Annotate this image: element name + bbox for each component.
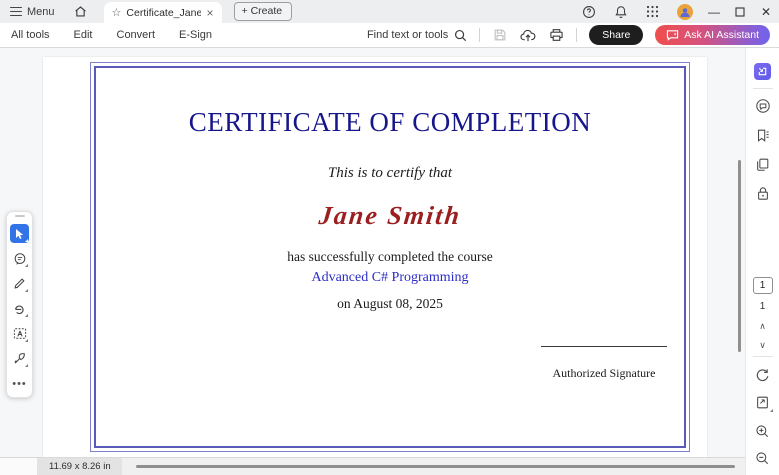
fill-sign-tool-button[interactable] [10,349,29,368]
certificate-subtitle: This is to certify that [327,165,453,181]
toolbar-divider [576,28,578,42]
flyout-indicator [769,409,773,412]
certificate-border: CERTIFICATE OF COMPLETION This is to cer… [90,62,690,452]
cloud-upload-button[interactable] [520,27,536,43]
pages-panel-button[interactable] [752,153,774,175]
flyout-indicator [25,314,28,317]
toolbar: All tools Edit Convert E-Sign Find text … [0,23,779,48]
toolbar-actions: Find text or tools Share Ask AI Assistan… [367,25,779,45]
page-dimensions-label: 11.69 x 8.26 in [38,458,122,475]
flyout-indicator [25,264,28,267]
menu-label: Menu [27,5,55,18]
next-page-button[interactable]: ∨ [759,340,766,350]
save-button[interactable] [492,27,508,43]
lock-icon[interactable] [752,182,774,204]
horizontal-scrollbar[interactable] [135,465,735,468]
flyout-indicator [25,339,28,342]
share-button[interactable]: Share [589,25,644,45]
status-corner [0,458,38,475]
acrobat-window: Menu ☆ Certificate_Jane_Smith... × + Cre… [0,0,779,475]
home-icon [74,5,87,18]
document-area: CERTIFICATE OF COMPLETION This is to cer… [0,48,745,457]
rotate-page-button[interactable] [752,363,774,385]
page-total-label: 1 [759,301,766,312]
maximize-button[interactable] [727,0,753,23]
toolbar-item-convert[interactable]: Convert [117,29,156,41]
titlebar: Menu ☆ Certificate_Jane_Smith... × + Cre… [0,0,779,23]
home-button[interactable] [65,0,96,23]
apps-grid-button[interactable] [645,4,660,19]
draw-tool-button[interactable] [10,274,29,293]
titlebar-icons [581,3,701,20]
page-number-input[interactable]: 1 [752,277,773,294]
select-tool-button[interactable] [10,224,29,243]
minimize-button[interactable]: — [701,0,727,23]
find-tools-button[interactable]: Find text or tools [367,29,467,42]
fit-page-button[interactable] [752,391,774,413]
document-tab[interactable]: ☆ Certificate_Jane_Smith... × [103,2,222,23]
star-icon[interactable]: ☆ [112,6,122,19]
right-rail: 1 1 ∧ ∨ [745,48,779,475]
more-tools-button[interactable]: ••• [10,374,29,393]
toolbar-menus: All tools Edit Convert E-Sign [0,29,212,41]
ai-chat-icon [666,29,679,41]
toolbar-item-all-tools[interactable]: All tools [11,29,50,41]
comment-tool-button[interactable] [10,249,29,268]
ai-assistant-panel-button[interactable] [752,60,774,82]
certificate-completion-line: has successfully completed the course [287,249,493,264]
print-button[interactable] [548,27,564,43]
flyout-indicator [25,364,28,367]
certificate-date-line: on August 08, 2025 [337,296,443,311]
toolbar-divider [479,28,481,42]
zoom-in-button[interactable] [752,420,774,442]
signature-label: Authorized Signature [552,366,656,380]
bookmarks-panel-button[interactable] [752,124,774,146]
rail-divider [752,88,773,89]
find-label: Find text or tools [366,29,449,41]
rail-divider [752,356,773,357]
highlight-tool-button[interactable] [10,299,29,318]
create-tab-button[interactable]: + Create [233,2,293,21]
vertical-scrollbar[interactable] [738,160,741,352]
toolbar-item-edit[interactable]: Edit [74,29,93,41]
flyout-indicator [25,289,28,292]
help-button[interactable] [581,4,596,19]
status-bar: 11.69 x 8.26 in [0,457,745,475]
user-avatar[interactable] [677,3,693,20]
hamburger-icon [10,7,22,16]
quick-tools-drag-handle[interactable] [14,215,25,217]
search-icon [454,29,467,42]
pdf-page[interactable]: CERTIFICATE OF COMPLETION This is to cer… [43,57,707,457]
flyout-indicator [25,239,28,242]
previous-page-button[interactable]: ∧ [759,321,766,331]
quick-tools-panel: ••• [6,211,33,398]
tab-close-icon[interactable]: × [207,6,214,20]
certificate-recipient-name: Jane Smith [317,201,463,230]
signature-line [541,346,667,347]
zoom-out-button[interactable] [752,447,774,469]
close-button[interactable]: ✕ [753,0,779,23]
ask-ai-label: Ask AI Assistant [684,29,759,41]
ai-assistant-icon [754,62,771,80]
ask-ai-button[interactable]: Ask AI Assistant [655,25,770,45]
certificate-title: CERTIFICATE OF COMPLETION [188,107,592,137]
window-controls: — ✕ [701,0,779,23]
comments-panel-button[interactable] [752,95,774,117]
add-text-tool-button[interactable] [10,324,29,343]
toolbar-item-esign[interactable]: E-Sign [179,29,212,41]
menu-button[interactable]: Menu [0,0,65,23]
notifications-button[interactable] [613,4,628,19]
certificate-course-name: Advanced C# Programming [311,270,469,285]
tab-title: Certificate_Jane_Smith... [126,6,201,19]
